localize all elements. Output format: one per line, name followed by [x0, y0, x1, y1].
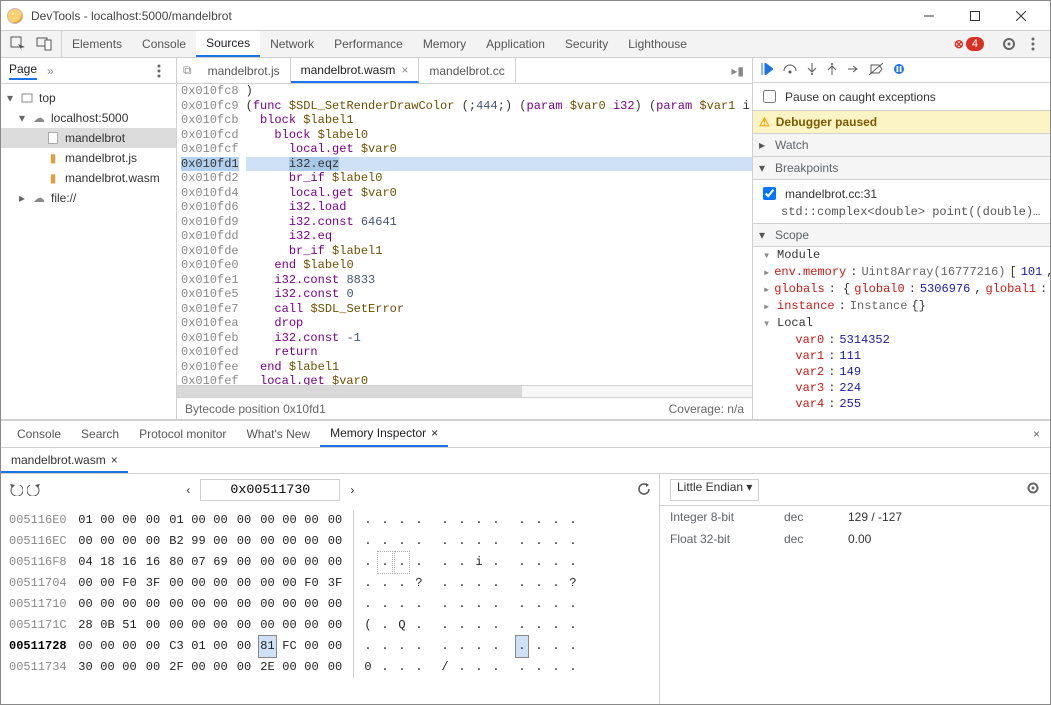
memory-hex-table[interactable]: 005116E0010000000100000000000000........… — [1, 506, 659, 682]
addr-prev-icon[interactable]: ‹ — [186, 483, 190, 497]
tree-domain-host[interactable]: ▾☁localhost:5000 — [1, 108, 176, 128]
coverage-status: Coverage: n/a — [669, 402, 744, 416]
scope-env-memory[interactable]: ▸env.memory: Uint8Array(16777216) [101, … — [753, 264, 1050, 281]
scope-local-var[interactable]: var3: 224 — [753, 380, 1050, 396]
tab-console[interactable]: Console — [132, 31, 196, 57]
code-editor[interactable]: 0x010fc80x010fc90x010fcb0x010fcd0x010fcf… — [177, 84, 752, 385]
tree-frame-top[interactable]: ▾top — [1, 88, 176, 108]
step-over-icon[interactable] — [783, 63, 797, 78]
deactivate-breakpoints-icon[interactable] — [869, 63, 883, 78]
window-minimize-button[interactable] — [906, 1, 952, 30]
drawer-tab-whatsnew[interactable]: What's New — [236, 421, 320, 447]
horizontal-scrollbar[interactable] — [177, 385, 752, 397]
close-icon[interactable]: × — [431, 426, 438, 440]
settings-gear-icon[interactable] — [1000, 35, 1018, 53]
window-maximize-button[interactable] — [952, 1, 998, 30]
pause-caught-label: Pause on caught exceptions — [785, 90, 936, 104]
value-row: Integer 8-bitdec129 / -127 — [660, 506, 1050, 528]
scope-local-var[interactable]: var2: 149 — [753, 364, 1050, 380]
close-icon[interactable]: × — [111, 453, 118, 467]
tab-application[interactable]: Application — [476, 31, 555, 57]
tab-performance[interactable]: Performance — [324, 31, 413, 57]
scope-local-var[interactable]: var1: 111 — [753, 348, 1050, 364]
tab-security[interactable]: Security — [555, 31, 618, 57]
drawer-tab-search[interactable]: Search — [71, 421, 129, 447]
bytecode-position: Bytecode position 0x10fd1 — [185, 402, 326, 416]
navigator-tab-page[interactable]: Page — [9, 62, 37, 80]
tab-lighthouse[interactable]: Lighthouse — [618, 31, 697, 57]
history-fwd-icon[interactable] — [27, 482, 41, 499]
run-snippet-icon[interactable]: ▸▮ — [723, 58, 752, 83]
file-tab-wasm[interactable]: mandelbrot.wasm× — [291, 58, 420, 83]
window-title: DevTools - localhost:5000/mandelbrot — [31, 9, 906, 23]
scope-instance[interactable]: ▸instance: Instance {} — [753, 298, 1050, 315]
tab-elements[interactable]: Elements — [62, 31, 132, 57]
debugger-pane: Pause on caught exceptions ⚠ Debugger pau… — [752, 58, 1050, 419]
step-icon[interactable] — [847, 63, 859, 78]
inspect-element-icon[interactable] — [9, 35, 27, 53]
section-breakpoints[interactable]: ▾Breakpoints — [753, 157, 1050, 180]
navigator-more-chevron-icon[interactable]: » — [47, 64, 54, 78]
scope-local[interactable]: ▾Local — [753, 315, 1050, 332]
file-tab-js[interactable]: mandelbrot.js — [198, 58, 291, 83]
value-row: Float 32-bitdec0.00 — [660, 528, 1050, 550]
history-back-icon[interactable] — [9, 482, 23, 499]
step-into-icon[interactable] — [807, 63, 817, 78]
addr-next-icon[interactable]: › — [350, 483, 354, 497]
value-settings-gear-icon[interactable] — [1026, 481, 1040, 498]
breakpoint-snippet: std::complex<double> point((double)x … — [759, 205, 1044, 219]
pause-caught-checkbox[interactable] — [763, 90, 776, 103]
tree-script-js[interactable]: ▮mandelbrot.js — [1, 148, 176, 168]
breakpoint-checkbox[interactable] — [763, 187, 776, 200]
debugger-paused-label: Debugger paused — [776, 115, 877, 129]
refresh-icon[interactable] — [637, 482, 651, 499]
address-input[interactable] — [200, 479, 340, 501]
drawer-tab-protocol[interactable]: Protocol monitor — [129, 421, 236, 447]
tree-script-wasm[interactable]: ▮mandelbrot.wasm — [1, 168, 176, 188]
devtools-favicon — [7, 8, 23, 24]
window-titlebar: DevTools - localhost:5000/mandelbrot — [1, 1, 1050, 31]
drawer-tab-console[interactable]: Console — [7, 421, 71, 447]
section-watch[interactable]: ▸Watch — [753, 134, 1050, 157]
more-vert-icon[interactable] — [1024, 35, 1042, 53]
endian-select[interactable]: Little Endian ▾ — [670, 479, 759, 501]
pause-on-exceptions-icon[interactable] — [893, 63, 905, 78]
tab-memory[interactable]: Memory — [413, 31, 476, 57]
device-toolbar-icon[interactable] — [35, 35, 53, 53]
scope-local-var[interactable]: var0: 5314352 — [753, 332, 1050, 348]
file-tab-cc[interactable]: mandelbrot.cc — [419, 58, 515, 83]
devtools-tabbar: Elements Console Sources Network Perform… — [1, 31, 1050, 58]
tab-sources[interactable]: Sources — [196, 31, 260, 57]
file-nav-back-icon[interactable]: ⧉ — [177, 58, 198, 83]
inspector-subtab-wasm[interactable]: mandelbrot.wasm× — [1, 448, 128, 473]
scope-local-var[interactable]: var4: 255 — [753, 396, 1050, 412]
breakpoint-file-label[interactable]: mandelbrot.cc:31 — [785, 187, 877, 201]
window-close-button[interactable] — [998, 1, 1044, 30]
close-icon[interactable]: × — [401, 63, 408, 77]
navigator-more-icon[interactable] — [150, 62, 168, 80]
tree-domain-file[interactable]: ▸☁file:// — [1, 188, 176, 208]
warning-icon: ⚠ — [759, 115, 770, 129]
step-out-icon[interactable] — [827, 63, 837, 78]
scope-module[interactable]: ▾Module — [753, 247, 1050, 264]
resume-icon[interactable] — [761, 63, 773, 78]
drawer-close-icon[interactable]: × — [1023, 421, 1050, 447]
navigator-pane: Page » ▾top ▾☁localhost:5000 mandelbrot … — [1, 58, 177, 419]
tree-script-mandelbrot[interactable]: mandelbrot — [1, 128, 176, 148]
drawer-tab-memory-inspector[interactable]: Memory Inspector× — [320, 421, 448, 447]
scope-globals[interactable]: ▸globals: {global0: 5306976, global1: 65… — [753, 281, 1050, 298]
error-count[interactable]: ⊗4 — [944, 31, 1000, 57]
section-scope[interactable]: ▾Scope — [753, 224, 1050, 247]
tab-network[interactable]: Network — [260, 31, 324, 57]
